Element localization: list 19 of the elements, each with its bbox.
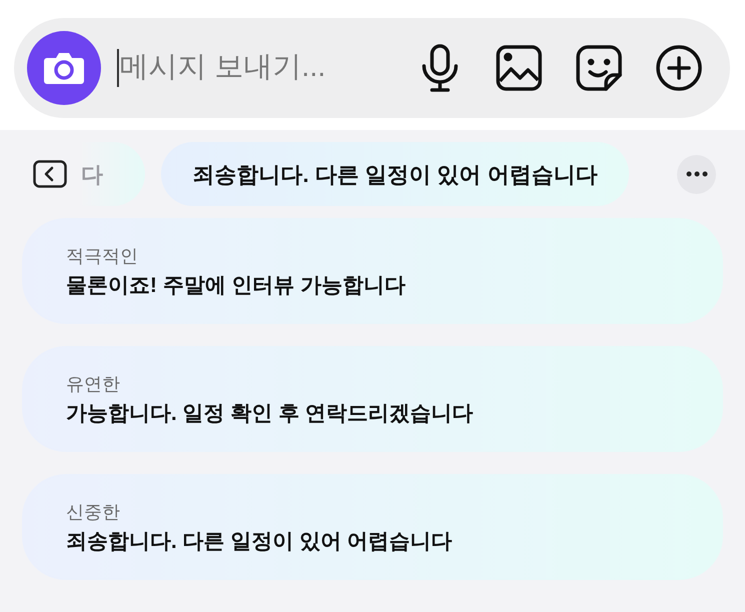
message-field[interactable]: 메시지 보내기... bbox=[120, 46, 400, 90]
more-icon bbox=[686, 171, 708, 177]
suggestion-chip[interactable]: 죄송합니다. 다른 일정이 있어 어렵습니다 bbox=[161, 142, 629, 206]
reply-text: 물론이죠! 주말에 인터뷰 가능합니다 bbox=[66, 274, 406, 296]
reply-text: 가능합니다. 일정 확인 후 연락드리겠습니다 bbox=[66, 402, 474, 424]
back-icon[interactable] bbox=[33, 160, 67, 188]
tone-label: 적극적인 bbox=[66, 246, 139, 264]
tone-label: 유연한 bbox=[66, 374, 121, 392]
camera-icon bbox=[43, 50, 85, 86]
tone-label: 신중한 bbox=[66, 502, 121, 520]
image-icon[interactable] bbox=[496, 45, 542, 91]
add-icon[interactable] bbox=[656, 45, 702, 91]
reply-card[interactable]: 적극적인 물론이죠! 주말에 인터뷰 가능합니다 bbox=[22, 218, 723, 324]
sticker-icon[interactable] bbox=[576, 45, 622, 91]
reply-card[interactable]: 신중한 죄송합니다. 다른 일정이 있어 어렵습니다 bbox=[22, 474, 723, 580]
reply-card[interactable]: 유연한 가능합니다. 일정 확인 후 연락드리겠습니다 bbox=[22, 346, 723, 452]
reply-text: 죄송합니다. 다른 일정이 있어 어렵습니다 bbox=[66, 530, 454, 552]
more-button[interactable] bbox=[677, 154, 716, 194]
camera-button[interactable] bbox=[27, 31, 101, 105]
